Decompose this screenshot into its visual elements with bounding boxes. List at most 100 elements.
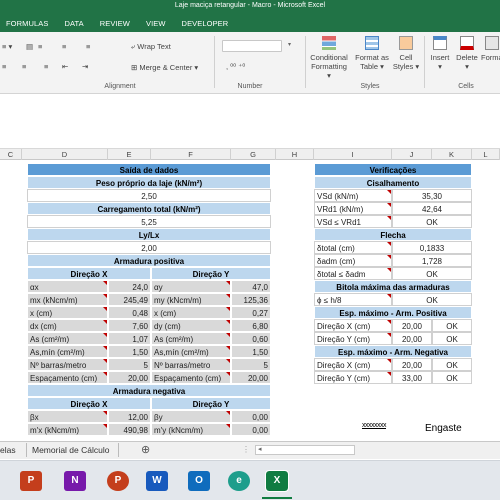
pos-row-value-x[interactable]: 20,00 [108, 371, 151, 384]
wrap-text-button[interactable]: ⤶ Wrap Text [131, 42, 171, 52]
col-G[interactable]: G [231, 149, 276, 160]
dir-y-header: Direção Y [151, 267, 271, 280]
esp-pos-status[interactable]: OK [432, 319, 472, 332]
onenote-icon[interactable]: N [64, 471, 86, 491]
flecha-row-value[interactable]: 0,1833 [392, 241, 472, 254]
tab-data[interactable]: DATA [56, 19, 91, 32]
pos-row-value-x[interactable]: 5 [108, 358, 151, 371]
cis-row-value[interactable]: 35,30 [392, 189, 472, 202]
col-C[interactable]: C [0, 149, 22, 160]
align-right-icon[interactable]: ▤ [26, 42, 33, 51]
neg-row-value-y[interactable]: 0,00 [231, 423, 271, 436]
delete-button[interactable]: Delete ▾ [454, 36, 480, 71]
pos-row-value-y[interactable]: 0,27 [231, 306, 271, 319]
col-H[interactable]: H [276, 149, 314, 160]
increase-indent-icon[interactable]: ⇥ [82, 62, 88, 71]
comma-style-icon[interactable]: , ⁰⁰ ⁺⁰ [226, 62, 245, 71]
col-K[interactable]: K [432, 149, 472, 160]
formula-area[interactable] [0, 94, 500, 148]
esp-pos-value[interactable]: 20,00 [392, 319, 432, 332]
pos-row-value-y[interactable]: 6,80 [231, 319, 271, 332]
insert-button[interactable]: Insert ▾ [427, 36, 453, 71]
pos-row-value-x[interactable]: 1,50 [108, 345, 151, 358]
tab-view[interactable]: VIEW [138, 19, 174, 32]
carreg-value[interactable]: 5,25 [27, 215, 271, 228]
pos-row-value-y[interactable]: 5 [231, 358, 271, 371]
tab-developer[interactable]: DEVELOPER [174, 19, 237, 32]
lylx-value[interactable]: 2,00 [27, 241, 271, 254]
bitola-value[interactable]: OK [392, 293, 472, 306]
neg-row-value-y[interactable]: 0,00 [231, 410, 271, 423]
verif-title: Verificações [314, 163, 472, 176]
armadura-positiva-title: Armadura positiva [27, 254, 271, 267]
flecha-row-value[interactable]: OK [392, 267, 472, 280]
pos-row-value-x[interactable]: 1,07 [108, 332, 151, 345]
cell-styles-button[interactable]: Cell Styles ▾ [392, 36, 420, 71]
align-bottom-icon[interactable]: ≡ [2, 62, 6, 71]
col-I[interactable]: I [314, 149, 392, 160]
horizontal-scrollbar[interactable] [255, 445, 355, 455]
esp-neg-value[interactable]: 33,00 [392, 371, 432, 384]
conditional-formatting-button[interactable]: Conditional Formatting ▾ [309, 36, 349, 80]
pos-row-value-y[interactable]: 1,50 [231, 345, 271, 358]
col-J[interactable]: J [392, 149, 432, 160]
sheet-tab-memorial[interactable]: Memorial de Cálculo [32, 445, 109, 455]
col-L[interactable]: L [472, 149, 500, 160]
insert-icon [433, 36, 447, 50]
align-top-icon[interactable]: ≡ [44, 62, 48, 71]
tab-formulas[interactable]: FORMULAS [0, 19, 56, 32]
pos-row-value-y[interactable]: 0,60 [231, 332, 271, 345]
outlook-icon[interactable]: O [188, 471, 210, 491]
decrease-indent-icon[interactable]: ≡ ▾ [2, 42, 12, 51]
align-center-icon[interactable]: ≡ [62, 42, 66, 51]
edge-icon[interactable]: e [228, 471, 250, 491]
pos-row-value-y[interactable]: 47,0 [231, 280, 271, 293]
align-middle-icon[interactable]: ≡ [22, 62, 26, 71]
align-left-icon[interactable]: ≡ [38, 42, 42, 51]
cis-row-value[interactable]: OK [392, 215, 472, 228]
worksheet-grid[interactable]: Saída de dados Peso próprio da laje (kN/… [0, 160, 500, 440]
esp-neg-status[interactable]: OK [432, 371, 472, 384]
neg-row-value-x[interactable]: 490,98 [108, 423, 151, 436]
col-F[interactable]: F [151, 149, 231, 160]
col-D[interactable]: D [22, 149, 108, 160]
excel-icon[interactable]: X [265, 470, 289, 492]
format-as-table-button[interactable]: Format as Table ▾ [355, 36, 389, 71]
merge-center-button[interactable]: ⊞ Merge & Center ▾ [131, 63, 198, 72]
indent-icon[interactable]: ≡ [86, 42, 90, 51]
scroll-left-icon[interactable]: ◂ [258, 445, 262, 453]
cis-row-value[interactable]: 42,64 [392, 202, 472, 215]
neg-row-label-y: m'y (kNcm/m) [151, 423, 231, 436]
orientation-icon[interactable]: ⇤ [62, 62, 68, 71]
esp-neg-label: Direção X (cm) [314, 358, 392, 371]
pos-row-value-x[interactable]: 245,49 [108, 293, 151, 306]
office-icon[interactable]: P [107, 471, 129, 491]
esp-neg-status[interactable]: OK [432, 358, 472, 371]
sheet-tab-prev[interactable]: elas [0, 445, 16, 455]
number-format-select[interactable] [222, 40, 282, 52]
esp-pos-value[interactable]: 20,00 [392, 332, 432, 345]
tab-review[interactable]: REVIEW [92, 19, 138, 32]
format-as-table-icon [365, 36, 379, 50]
delete-icon [460, 36, 474, 50]
pos-row-label-y: αy [151, 280, 231, 293]
neg-row-value-x[interactable]: 12,00 [108, 410, 151, 423]
flecha-row-value[interactable]: 1,728 [392, 254, 472, 267]
pos-row-value-x[interactable]: 0,48 [108, 306, 151, 319]
esp-pos-status[interactable]: OK [432, 332, 472, 345]
number-format-dropdown-icon[interactable]: ▾ [288, 41, 291, 48]
bitola-label: ϕ ≤ h/8 [314, 293, 392, 306]
add-sheet-icon[interactable]: ⊕ [141, 443, 150, 456]
esp-neg-value[interactable]: 20,00 [392, 358, 432, 371]
pos-row-value-y[interactable]: 125,36 [231, 293, 271, 306]
format-button[interactable]: Format [481, 36, 500, 62]
pos-row-value-y[interactable]: 20,00 [231, 371, 271, 384]
col-E[interactable]: E [108, 149, 151, 160]
pos-row-value-x[interactable]: 7,60 [108, 319, 151, 332]
group-alignment: Alignment [104, 83, 136, 90]
peso-value[interactable]: 2,50 [27, 189, 271, 202]
pos-row-value-x[interactable]: 24,0 [108, 280, 151, 293]
powerpoint-icon[interactable]: P [20, 471, 42, 491]
word-icon[interactable]: W [146, 471, 168, 491]
merge-center-label: Merge & Center [139, 63, 193, 72]
